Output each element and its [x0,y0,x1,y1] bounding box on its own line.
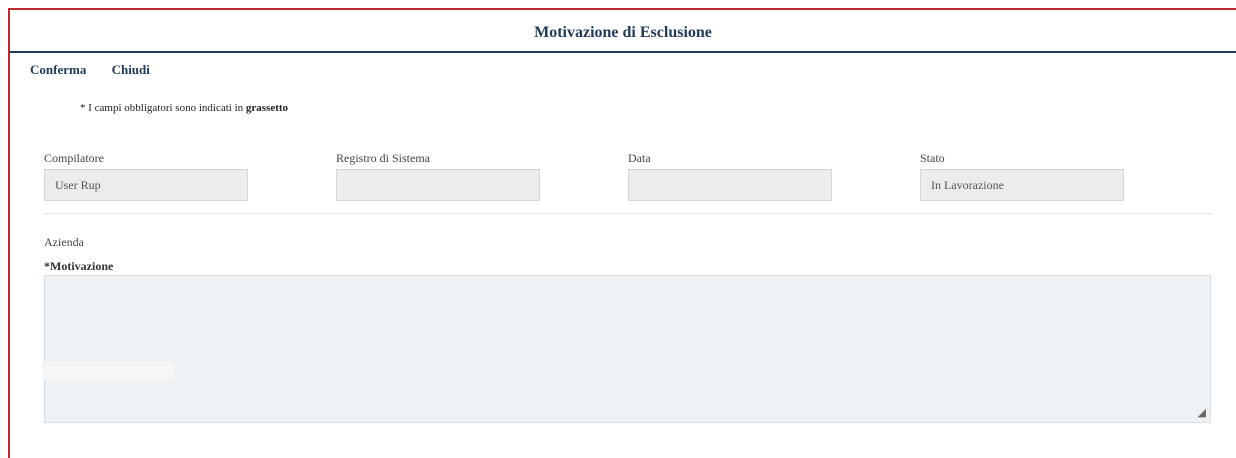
stato-label: Stato [920,151,945,165]
page-title: Motivazione di Esclusione [534,24,712,41]
note-bold-text: grassetto [245,102,289,114]
data-label: Data [628,151,651,165]
toolbar: Conferma Chiudi [30,62,172,78]
required-fields-note: * I campi obbligatori sono indicati in g… [80,102,288,114]
redacted-area [42,362,174,380]
azienda-label: Azienda [44,235,84,249]
close-button[interactable]: Chiudi [112,62,150,77]
motivazione-textarea[interactable]: ◢ [44,275,1211,423]
registro-label: Registro di Sistema [336,151,430,165]
confirm-button[interactable]: Conferma [30,62,86,77]
compilatore-field[interactable]: User Rup [44,169,248,201]
data-field[interactable] [628,169,832,201]
registro-field[interactable] [336,169,540,201]
title-bar: Motivazione di Esclusione [10,10,1236,53]
resize-handle-icon[interactable]: ◢ [1198,406,1206,419]
section-divider [44,213,1212,214]
stato-field[interactable]: In Lavorazione [920,169,1124,201]
note-text: * I campi obbligatori sono indicati in [80,102,244,114]
motivazione-label: *Motivazione [44,259,114,273]
compilatore-label: Compilatore [44,151,104,165]
